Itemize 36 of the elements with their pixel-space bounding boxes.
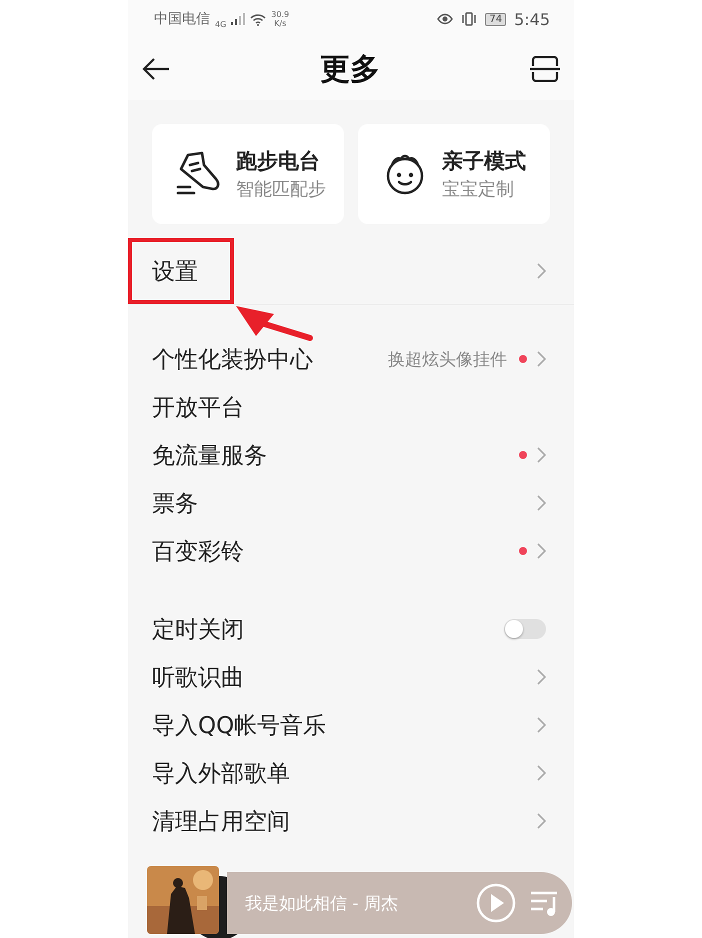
menu-row[interactable]: 个性化装扮中心 换超炫头像挂件: [128, 335, 574, 383]
wifi-icon: [250, 12, 266, 26]
play-button[interactable]: [476, 883, 516, 923]
menu-row[interactable]: 导入QQ帐号音乐: [128, 701, 574, 749]
playlist-icon[interactable]: [530, 889, 560, 917]
feature-card[interactable]: 跑步电台 智能匹配步: [152, 124, 344, 224]
row-hint: 换超炫头像挂件: [387, 348, 507, 370]
menu-row[interactable]: 免流量服务: [128, 431, 574, 479]
network-speed: 30.9 K/s: [271, 10, 290, 28]
menu-row[interactable]: 清理占用空间: [128, 797, 574, 845]
menu-row[interactable]: 听歌识曲: [128, 653, 574, 701]
toggle-switch[interactable]: [504, 619, 546, 639]
clock-time: 5:45: [514, 10, 550, 28]
card-title: 跑步电台: [236, 148, 321, 175]
track-title: 我是如此相信 - 周杰: [245, 892, 398, 914]
scan-icon[interactable]: [530, 56, 560, 82]
eye-icon: [437, 13, 454, 25]
settings-row[interactable]: 设置: [128, 238, 574, 305]
network-type: 4G: [215, 20, 226, 28]
card-subtitle: 智能匹配步: [236, 178, 326, 201]
carrier-label: 中国电信: [154, 10, 210, 28]
card-title: 亲子模式: [442, 148, 526, 175]
back-arrow-icon[interactable]: [142, 57, 170, 81]
menu-row[interactable]: 百变彩铃: [128, 527, 574, 575]
battery-level: 74: [485, 12, 506, 26]
menu-row[interactable]: 票务: [128, 479, 574, 527]
card-subtitle: 宝宝定制: [442, 178, 515, 201]
menu-row[interactable]: 导入外部歌单: [128, 749, 574, 797]
chevron-icon: [537, 263, 546, 279]
page-title: 更多: [319, 50, 381, 88]
vibrate-icon: [461, 12, 478, 26]
shoe-icon: [176, 151, 222, 197]
signal-icon: [231, 13, 246, 25]
menu-row[interactable]: 开放平台: [128, 383, 574, 431]
feature-card[interactable]: 亲子模式 宝宝定制: [358, 124, 550, 224]
row-label: 定时关闭: [152, 616, 244, 644]
